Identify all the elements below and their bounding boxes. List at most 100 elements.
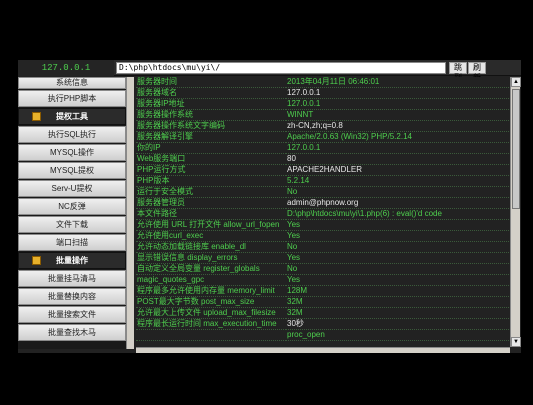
scroll-up-icon[interactable]: ▲ (511, 77, 521, 87)
scroll-thumb[interactable] (512, 89, 520, 209)
info-value: 127.0.0.1 (286, 142, 509, 154)
info-value: 127.0.0.1 (286, 87, 509, 99)
info-row: 本文件路径 D:\php\htdocs\mu\yi\1.php(6) : eval… (136, 208, 509, 220)
info-row: 允许使用curl_exec Yes (136, 230, 509, 242)
info-value: 5.2.14 (286, 175, 509, 187)
info-row: magic_quotes_gpc Yes (136, 274, 509, 286)
info-row: 运行于安全模式 No (136, 186, 509, 198)
info-key: 服务器解译引擎 (136, 131, 286, 143)
info-key: 程序最多允许使用内存量 memory_limit (136, 285, 286, 297)
sidebar-item[interactable]: 执行SQL执行 (18, 126, 126, 143)
info-key: 服务器管理员 (136, 197, 286, 209)
info-key: 服务器域名 (136, 87, 286, 99)
info-key: 服务器操作系统 (136, 109, 286, 121)
sidebar-section-header: 提权工具 (18, 108, 126, 125)
folder-icon (32, 256, 41, 265)
server-ip-label: 127.0.0.1 (18, 60, 114, 76)
sidebar-item-label: 端口扫描 (56, 238, 88, 247)
sidebar-item-label: 系统信息 (56, 78, 88, 87)
refresh-button[interactable]: 刷新 (468, 62, 486, 82)
info-value: No (286, 241, 509, 253)
info-row: PHP版本 5.2.14 (136, 175, 509, 187)
info-row: 服务器IP地址 127.0.0.1 (136, 98, 509, 110)
server-info-panel: 服务器时间 2013年04月11日 06:46:01 服务器域名 127.0.0.1 服… (136, 77, 509, 347)
info-key: POST最大字节数 post_max_size (136, 296, 286, 308)
info-value: Yes (286, 219, 509, 231)
info-row: PHP运行方式 APACHE2HANDLER (136, 164, 509, 176)
info-value: 30秒 (286, 318, 509, 330)
sidebar-item[interactable]: 批量查找木马 (18, 324, 126, 341)
sidebar-section-header: 批量操作 (18, 252, 126, 269)
sidebar-item[interactable]: 批量替换内容 (18, 288, 126, 305)
info-key: 允许使用curl_exec (136, 230, 286, 242)
server-info-table: 服务器时间 2013年04月11日 06:46:01 服务器域名 127.0.0.1 服… (136, 77, 509, 347)
sidebar-scrollbar[interactable] (126, 77, 134, 349)
info-row: POST最大字节数 post_max_size 32M (136, 296, 509, 308)
sidebar-item[interactable]: MYSQL提权 (18, 162, 126, 179)
info-key: 服务器操作系统文字编码 (136, 120, 286, 132)
path-input[interactable]: D:\php\htdocs\mu\yi\/ (116, 62, 446, 74)
info-row: 显示错误信息 display_errors Yes (136, 252, 509, 264)
info-key: PHP版本 (136, 175, 286, 187)
info-value: 2013年04月11日 06:46:01 (286, 77, 509, 88)
info-value: proc_open (286, 329, 509, 341)
shell-window: 127.0.0.1 D:\php\htdocs\mu\yi\/ 跳到 刷新 系统… (18, 60, 521, 353)
sidebar: 系统信息执行PHP脚本提权工具 执行SQL执行 MYSQL操作 MYSQL提权 Serv… (18, 77, 126, 349)
horizontal-scrollbar[interactable] (136, 347, 510, 353)
info-value: Yes (286, 230, 509, 242)
info-value: No (286, 186, 509, 198)
info-key: 本文件路径 (136, 208, 286, 220)
sidebar-item[interactable]: MYSQL操作 (18, 144, 126, 161)
info-key: 自动定义全局变量 register_globals (136, 263, 286, 275)
info-key: magic_quotes_gpc (136, 274, 286, 286)
sidebar-item-label: MYSQL操作 (49, 148, 94, 157)
sidebar-item[interactable]: 批量搜索文件 (18, 306, 126, 323)
info-row: 自动定义全局变量 register_globals No (136, 263, 509, 275)
sidebar-item[interactable]: 系统信息 (18, 77, 126, 89)
info-value: Yes (286, 274, 509, 286)
info-row: 程序最长运行时间 max_execution_time 30秒 (136, 318, 509, 330)
info-key: 运行于安全模式 (136, 186, 286, 198)
info-key: PHP运行方式 (136, 164, 286, 176)
info-key: 服务器IP地址 (136, 98, 286, 110)
info-row: 允许使用 URL 打开文件 allow_url_fopen Yes (136, 219, 509, 231)
sidebar-item[interactable]: Serv-U提权 (18, 180, 126, 197)
sidebar-item[interactable]: NC反弹 (18, 198, 126, 215)
info-value: WINNT (286, 109, 509, 121)
info-key: 显示错误信息 display_errors (136, 252, 286, 264)
sidebar-item-label: 批量挂马清马 (48, 274, 96, 283)
info-row: 服务器操作系统 WINNT (136, 109, 509, 121)
main-scrollbar[interactable]: ▲ ▼ (510, 77, 521, 347)
sidebar-item-label: Serv-U提权 (51, 184, 93, 193)
scroll-down-icon[interactable]: ▼ (511, 337, 521, 347)
sidebar-item-label: 执行PHP脚本 (47, 94, 97, 103)
info-key: 你的IP (136, 142, 286, 154)
info-key: 允许使用 URL 打开文件 allow_url_fopen (136, 219, 286, 231)
info-row: 允许动态加载链接库 enable_dl No (136, 241, 509, 253)
info-row: Web服务端口 80 (136, 153, 509, 165)
info-row: 服务器时间 2013年04月11日 06:46:01 (136, 77, 509, 88)
info-row: 服务器操作系统文字编码 zh-CN,zh;q=0.8 (136, 120, 509, 132)
sidebar-item-label: 批量替换内容 (48, 292, 96, 301)
info-value: 32M (286, 296, 509, 308)
info-row: 服务器解译引擎 Apache/2.0.63 (Win32) PHP/5.2.14 (136, 131, 509, 143)
info-value: Apache/2.0.63 (Win32) PHP/5.2.14 (286, 131, 509, 143)
goto-button[interactable]: 跳到 (449, 62, 467, 82)
sidebar-item-label: MYSQL提权 (49, 166, 94, 175)
sidebar-item[interactable]: 批量挂马清马 (18, 270, 126, 287)
sidebar-item[interactable]: 执行PHP脚本 (18, 90, 126, 107)
info-key: 服务器时间 (136, 77, 286, 88)
info-value: 80 (286, 153, 509, 165)
sidebar-item[interactable]: 端口扫描 (18, 234, 126, 251)
info-row: 服务器管理员 admin@phpnow.org (136, 197, 509, 209)
folder-icon (32, 112, 41, 121)
sidebar-item-label: 批量搜索文件 (48, 310, 96, 319)
info-value: APACHE2HANDLER (286, 164, 509, 176)
info-value: zh-CN,zh;q=0.8 (286, 120, 509, 132)
info-value: 128M (286, 285, 509, 297)
sidebar-item[interactable]: 文件下载 (18, 216, 126, 233)
info-value: Yes (286, 252, 509, 264)
sidebar-item-label: 批量查找木马 (48, 328, 96, 337)
info-value: 32M (286, 307, 509, 319)
info-row: 程序最多允许使用内存量 memory_limit 128M (136, 285, 509, 297)
